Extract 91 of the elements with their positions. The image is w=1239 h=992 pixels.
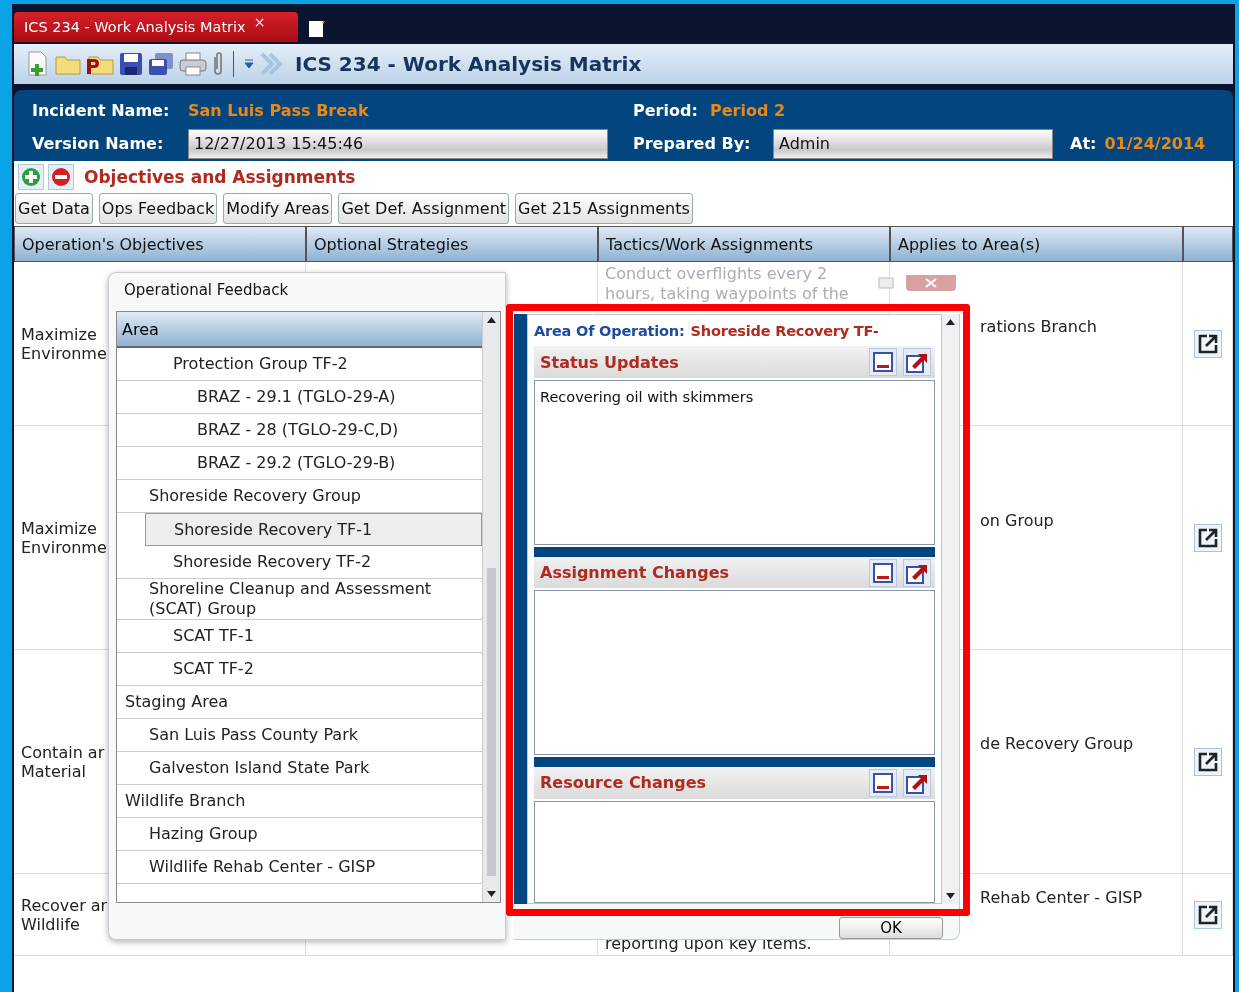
area-list-item[interactable]: SCAT TF-2 — [117, 653, 482, 686]
column-header[interactable]: Optional Strategies — [306, 226, 598, 262]
edit-icon — [1196, 332, 1219, 355]
edit-button[interactable] — [1193, 747, 1222, 776]
minimize-button[interactable] — [869, 768, 897, 797]
add-button[interactable] — [18, 163, 44, 190]
period-value: Period 2 — [710, 101, 786, 120]
minimize-button[interactable] — [869, 348, 897, 377]
dialog-title: Operational Feedback — [123, 280, 290, 301]
area-text: Rehab Center - GISP — [980, 888, 1143, 907]
scroll-down-icon[interactable] — [487, 891, 496, 897]
save-icon[interactable] — [119, 52, 143, 76]
area-text: rations Branch — [980, 317, 1097, 336]
section-title: Resource Changes — [540, 773, 708, 793]
at-label: At: — [1070, 134, 1097, 153]
scroll-up-icon[interactable] — [946, 319, 955, 325]
pop-out-button[interactable] — [903, 558, 931, 587]
tab-title: ICS 234 - Work Analysis Matrix — [24, 19, 246, 35]
notes-field[interactable] — [534, 590, 935, 756]
area-list-item[interactable]: Shoreside Recovery TF-2 — [117, 546, 482, 579]
area-text: on Group — [980, 511, 1054, 530]
column-header[interactable]: Tactics/Work Assignments — [598, 226, 890, 262]
section-title: Assignment Changes — [540, 563, 731, 582]
tactic-text: Conduct overflights every 2 hours, taking waypoints of the — [605, 264, 849, 304]
incident-name-value: San Luis Pass Break — [188, 101, 370, 120]
column-header[interactable]: Operation's Objectives — [14, 226, 306, 262]
remove-button[interactable] — [48, 163, 74, 190]
pop-out-button[interactable] — [903, 348, 931, 377]
prepared-by-label: Prepared By: — [633, 134, 752, 153]
new-tab-icon[interactable] — [308, 18, 326, 38]
period-label: Period: — [633, 101, 699, 120]
action-button[interactable]: Modify Areas — [223, 192, 333, 224]
scrollbar[interactable] — [482, 312, 500, 902]
save-all-icon[interactable] — [148, 52, 174, 76]
column-header[interactable]: Area — [117, 312, 482, 348]
action-button[interactable]: Ops Feedback — [98, 192, 218, 224]
version-name-field[interactable]: 12/27/2013 15:45:46 — [188, 128, 608, 159]
area-list-item[interactable]: Galveston Island State Park — [117, 752, 482, 785]
area-list-item[interactable]: BRAZ - 29.2 (TGLO-29-B) — [117, 447, 482, 480]
section-title: Status Updates — [540, 352, 680, 372]
area-list-item[interactable]: SCAT TF-1 — [117, 620, 482, 653]
form-title: ICS 234 - Work Analysis Matrix — [295, 52, 642, 76]
notes-field[interactable]: Recovering oil with skimmers — [534, 379, 935, 545]
area-list-item[interactable]: San Luis Pass County Park — [117, 719, 482, 752]
action-button[interactable]: Get 215 Assignments — [515, 192, 693, 224]
edit-button[interactable] — [1193, 900, 1222, 929]
edit-button[interactable] — [1193, 329, 1222, 358]
area-text: de Recovery Group — [980, 734, 1134, 753]
add-icon — [21, 166, 41, 187]
edit-icon — [1196, 526, 1219, 549]
minimize-icon — [873, 352, 893, 373]
area-of-operation-heading: Area Of Operation: Shoreside Recovery TF- — [534, 321, 880, 341]
pop-out-icon — [906, 351, 928, 374]
new-document-icon[interactable] — [26, 51, 50, 77]
edit-icon — [1196, 903, 1219, 926]
scroll-up-icon[interactable] — [487, 317, 496, 323]
minimize-icon — [873, 772, 893, 793]
prepared-by-field[interactable]: Admin — [773, 128, 1053, 159]
scrollbar[interactable] — [942, 314, 959, 904]
column-header[interactable]: Applies to Area(s) — [890, 226, 1183, 262]
p-folder-icon[interactable] — [86, 53, 114, 75]
dropdown-arrow-icon[interactable] — [243, 58, 255, 70]
incident-name-label: Incident Name: — [32, 101, 171, 120]
section-title: Objectives and Assignments — [84, 166, 356, 187]
version-name-label: Version Name: — [32, 134, 165, 153]
area-list-item[interactable]: Staging Area — [117, 686, 482, 719]
area-list-item[interactable]: BRAZ - 29.1 (TGLO-29-A) — [117, 381, 482, 414]
minimize-button[interactable] — [869, 558, 897, 587]
action-button[interactable]: Get Data — [15, 192, 93, 224]
area-list-item[interactable]: Wildlife Rehab Center - GISP — [117, 851, 482, 884]
paperclip-icon[interactable] — [212, 51, 224, 77]
edit-button[interactable] — [1193, 523, 1222, 552]
scroll-down-icon[interactable] — [946, 893, 955, 899]
column-header — [1183, 226, 1233, 262]
document-tab[interactable]: ICS 234 - Work Analysis Matrix × — [14, 12, 298, 42]
printer-icon[interactable] — [179, 52, 207, 76]
area-list-item[interactable]: Protection Group TF-2 — [117, 348, 482, 381]
area-list-item[interactable]: Hazing Group — [117, 818, 482, 851]
action-button[interactable]: Get Def. Assignment — [338, 192, 510, 224]
area-list-item[interactable]: Shoreside Recovery TF-1 — [145, 513, 482, 546]
close-icon — [924, 278, 938, 288]
tab-close-button[interactable]: × — [253, 14, 266, 30]
remove-icon — [51, 166, 71, 187]
edit-icon — [1196, 750, 1219, 773]
area-list-item[interactable]: BRAZ - 28 (TGLO-29-C,D) — [117, 414, 482, 447]
area-list-item[interactable]: Wildlife Branch — [117, 785, 482, 818]
pop-out-button[interactable] — [903, 768, 931, 797]
notes-field[interactable] — [534, 800, 935, 903]
minimize-icon — [873, 562, 893, 583]
ok-button[interactable]: OK — [839, 917, 943, 939]
at-value: 01/24/2014 — [1104, 134, 1206, 153]
